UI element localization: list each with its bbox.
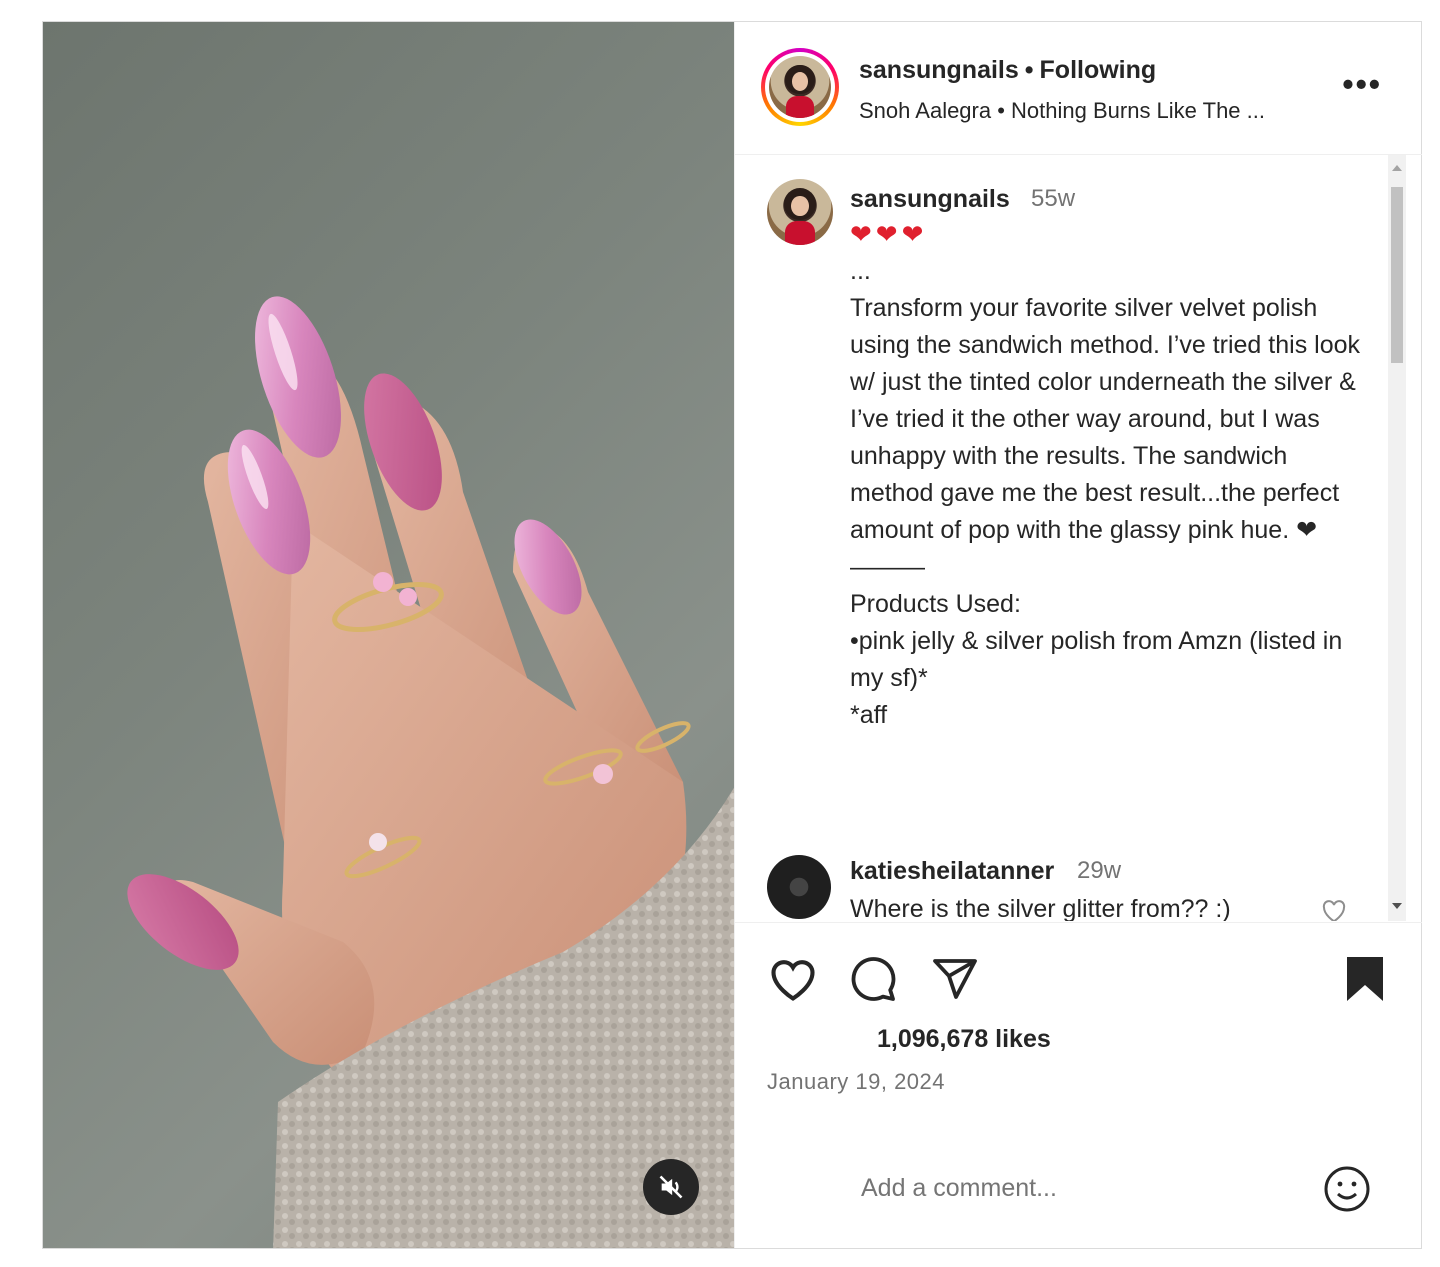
caption-text: ... Transform your favorite silver velve…	[850, 257, 1360, 729]
comment-input[interactable]	[859, 1173, 1263, 1204]
comment-icon[interactable]	[849, 955, 897, 1003]
comments-list[interactable]: sansungnails 55w ❤❤❤ ... Transform your …	[735, 155, 1422, 921]
comment-timestamp[interactable]: 29w	[1077, 857, 1121, 885]
following-button[interactable]: Following	[1040, 56, 1157, 84]
mute-icon	[659, 1175, 683, 1199]
author-avatar[interactable]	[761, 48, 839, 126]
post-details-panel: sansungnails • Following Snoh Aalegra • No…	[734, 22, 1422, 1248]
post-dialog: sansungnails • Following Snoh Aalegra • No…	[42, 21, 1422, 1249]
post-photo	[127, 296, 734, 1248]
scroll-up-arrow[interactable]	[1392, 165, 1402, 171]
author-username[interactable]: sansungnails	[859, 56, 1019, 84]
caption-username[interactable]: sansungnails	[850, 185, 1010, 214]
mute-button[interactable]	[643, 1159, 699, 1215]
avatar	[769, 56, 831, 118]
commenter-avatar[interactable]	[767, 855, 831, 919]
more-icon[interactable]: •••	[1342, 68, 1382, 100]
audio-track-link[interactable]: Snoh Aalegra • Nothing Burns Like The ..…	[859, 98, 1265, 124]
caption-timestamp[interactable]: 55w	[1031, 185, 1075, 213]
scroll-thumb[interactable]	[1391, 187, 1403, 363]
bookmark-icon[interactable]	[1345, 955, 1385, 1003]
heart-emojis: ❤❤❤	[850, 219, 928, 249]
scrollbar[interactable]	[1388, 155, 1406, 921]
scroll-down-arrow[interactable]	[1392, 903, 1402, 909]
post-actions: 1,096,678 likes January 19, 2024	[735, 922, 1422, 1249]
comment-username[interactable]: katiesheilatanner	[850, 857, 1054, 886]
share-icon[interactable]	[931, 955, 979, 1003]
comment-like-icon[interactable]	[1319, 896, 1349, 921]
comment-text: Where is the silver glitter from?? :)	[850, 895, 1231, 921]
emoji-icon[interactable]	[1323, 1165, 1371, 1213]
heart-icon[interactable]	[767, 955, 819, 1003]
post-header: sansungnails • Following Snoh Aalegra • No…	[735, 22, 1422, 155]
post-date[interactable]: January 19, 2024	[767, 1069, 945, 1095]
likes-count[interactable]: 1,096,678 likes	[877, 1025, 1051, 1054]
post-media[interactable]	[43, 22, 734, 1248]
caption-avatar[interactable]	[767, 179, 833, 245]
